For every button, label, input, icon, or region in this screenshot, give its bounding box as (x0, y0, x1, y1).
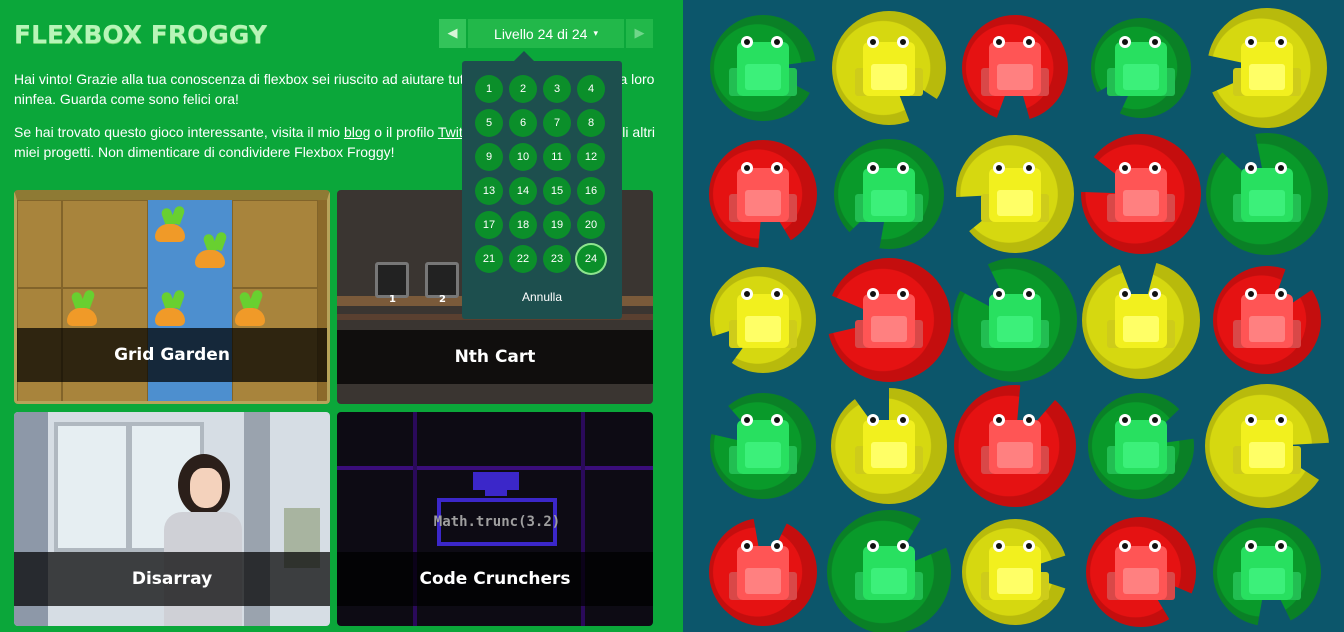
level-button[interactable]: 4 (577, 75, 605, 103)
follow-message-middle: o il profilo (370, 124, 438, 140)
game-title: Grid Garden (17, 328, 327, 382)
frog-icon (1107, 286, 1175, 354)
level-button[interactable]: 24 (577, 245, 605, 273)
frog-icon (729, 34, 797, 102)
frog-icon (855, 34, 923, 102)
blog-link[interactable]: blog (344, 124, 370, 140)
level-button[interactable]: 12 (577, 143, 605, 171)
frog-icon (855, 286, 923, 354)
level-button[interactable]: 5 (475, 109, 503, 137)
frog-icon (729, 412, 797, 480)
level-button[interactable]: 2 (509, 75, 537, 103)
frog-icon (729, 538, 797, 606)
code-snippet: Math.trunc(3.2) (434, 498, 560, 546)
caret-down-icon: ▾ (593, 28, 598, 38)
frog-icon (1233, 160, 1301, 228)
level-button[interactable]: 20 (577, 211, 605, 239)
level-button[interactable]: 14 (509, 177, 537, 205)
level-button[interactable]: 23 (543, 245, 571, 273)
level-label: Livello 24 di 24 (494, 25, 588, 42)
frog-icon (1233, 34, 1301, 102)
frog-icon (1233, 286, 1301, 354)
level-dropdown: 1 2 3 4 5 6 7 8 9 10 11 12 13 14 15 16 17 18 19 20 21 22 23 24 … (462, 51, 622, 319)
frog-icon (1107, 412, 1175, 480)
level-button[interactable]: 6 (509, 109, 537, 137)
frog-icon (1233, 412, 1301, 480)
game-title: Disarray (14, 552, 330, 606)
frog-icon (981, 34, 1049, 102)
pond-board (683, 0, 1344, 632)
level-button[interactable]: 1 (475, 75, 503, 103)
level-indicator-button[interactable]: Livello 24 di 24 ▾ (468, 19, 624, 48)
follow-message-prefix: Se hai trovato questo gioco interessante… (14, 124, 344, 140)
level-button[interactable]: 3 (543, 75, 571, 103)
app-title: FLEXBOX FROGGY (14, 20, 267, 49)
level-button[interactable]: 8 (577, 109, 605, 137)
cart-number: 2 (439, 294, 446, 305)
frog-icon (855, 160, 923, 228)
level-button[interactable]: 10 (509, 143, 537, 171)
game-card-grid-garden[interactable]: Grid Garden (14, 190, 330, 404)
frog-icon (981, 160, 1049, 228)
frog-icon (729, 286, 797, 354)
level-button[interactable]: 9 (475, 143, 503, 171)
level-button[interactable]: 11 (543, 143, 571, 171)
triangle-right-icon: ▶ (634, 26, 645, 41)
frog-icon (729, 160, 797, 228)
next-level-button[interactable]: ▶ (626, 19, 653, 48)
level-button[interactable]: 17 (475, 211, 503, 239)
cart-number: 1 (389, 294, 396, 305)
frog-icon (1107, 538, 1175, 606)
game-title: Nth Cart (337, 330, 653, 384)
frog-icon (1233, 538, 1301, 606)
frog-icon (981, 412, 1049, 480)
triangle-left-icon: ◀ (447, 26, 458, 41)
frog-icon (981, 286, 1049, 354)
frog-icon (855, 412, 923, 480)
frog-icon (981, 538, 1049, 606)
frog-icon (1107, 34, 1175, 102)
instructions-panel: FLEXBOX FROGGY ◀ Livello 24 di 24 ▾ ▶ Ha… (0, 0, 683, 632)
level-button[interactable]: 13 (475, 177, 503, 205)
game-title: Code Crunchers (337, 552, 653, 606)
level-button[interactable]: 21 (475, 245, 503, 273)
frog-icon (1107, 160, 1175, 228)
level-button[interactable]: 7 (543, 109, 571, 137)
game-card-disarray[interactable]: Disarray (14, 412, 330, 626)
frog-icon (855, 538, 923, 606)
level-navigation: ◀ Livello 24 di 24 ▾ ▶ (439, 19, 653, 48)
level-button[interactable]: 15 (543, 177, 571, 205)
level-button[interactable]: 16 (577, 177, 605, 205)
level-button[interactable]: 19 (543, 211, 571, 239)
level-button[interactable]: 22 (509, 245, 537, 273)
previous-level-button[interactable]: ◀ (439, 19, 466, 48)
game-card-code-crunchers[interactable]: Math.trunc(3.2) Code Crunchers (337, 412, 653, 626)
cancel-button[interactable]: Annulla (462, 290, 622, 304)
level-button[interactable]: 18 (509, 211, 537, 239)
